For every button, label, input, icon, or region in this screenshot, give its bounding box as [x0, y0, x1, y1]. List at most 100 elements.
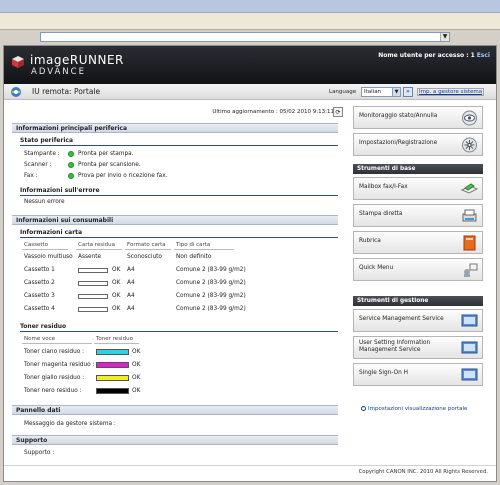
subsection-paper-info: Informazioni carta — [20, 229, 338, 238]
fax-label: Fax : — [24, 173, 38, 179]
direct-print-label: Stampa diretta — [359, 211, 403, 217]
main-content: Ultimo aggiornamento : 05/02 2010 9:13:1… — [4, 101, 346, 481]
sidebar: Monitoraggio stato/Annulla Impostazioni/… — [351, 101, 496, 461]
language-label: Language — [329, 89, 357, 95]
divider — [22, 249, 68, 250]
paper-row-name: Vassoio multiuso — [24, 254, 73, 260]
title-bar: IU remota: Portale Language Italian ▼ » … — [4, 84, 496, 100]
paper-row-size: A4 — [127, 280, 135, 286]
fax-status: Prova per invio o ricezione fax. — [78, 173, 168, 179]
address-book-button[interactable]: Rubrica — [353, 231, 483, 254]
monitor-icon — [461, 341, 478, 354]
monitor-icon — [461, 314, 478, 327]
last-update-text: Ultimo aggiornamento : 05/02 2010 9:13:1… — [212, 109, 334, 115]
paper-row-size: Sconosciuto — [127, 254, 162, 260]
browser-title-bar — [0, 0, 500, 13]
toner-header-remaining: Toner residuo — [96, 336, 133, 342]
page-frame: imageRUNNER ADVANCE Nome utente per acce… — [3, 45, 497, 482]
paper-row-remaining: OK — [112, 306, 121, 312]
paper-row-type: Comune 2 (83-99 g/m2) — [176, 293, 246, 299]
subsection-device-status: Stato periferica — [20, 137, 338, 146]
toner-row-status: OK — [132, 375, 141, 381]
management-tools-header: Strumenti di gestione — [353, 296, 483, 306]
status-monitor-button[interactable]: Monitoraggio stato/Annulla — [353, 106, 483, 129]
basic-tools-header: Strumenti di base — [353, 164, 483, 174]
single-sign-on-button[interactable]: Single Sign-On H — [353, 363, 483, 386]
section-main-info: Informazioni principali periferica — [12, 123, 338, 133]
paper-row-name: Cassetto 4 — [24, 306, 55, 312]
paper-row-name: Cassetto 3 — [24, 293, 55, 299]
bullet-icon — [361, 406, 366, 411]
settings-registration-button[interactable]: Impostazioni/Registrazione — [353, 133, 483, 156]
subsection-toner: Toner residuo — [20, 323, 338, 332]
paper-row-size: A4 — [127, 306, 135, 312]
eye-icon — [462, 110, 477, 126]
paper-row-size: A4 — [127, 267, 135, 273]
quick-menu-button[interactable]: Quick Menu — [353, 258, 483, 281]
system-manager-link[interactable]: Imp. a gestore sistema — [417, 88, 485, 96]
paper-row-type: Non definito — [176, 254, 212, 260]
printer-icon — [462, 209, 477, 222]
paper-header-size: Formato carta — [127, 242, 166, 248]
mailbox-icon — [461, 183, 478, 194]
divider — [174, 249, 234, 250]
status-monitor-label: Monitoraggio stato/Annulla — [359, 113, 438, 119]
quick-menu-label: Quick Menu — [359, 265, 394, 271]
data-panel-text: Messaggio da gestore sistema : — [24, 421, 116, 427]
paper-row-size: A4 — [127, 293, 135, 299]
status-ok-icon — [68, 151, 74, 157]
service-management-button[interactable]: Service Management Service — [353, 309, 483, 332]
header-banner: imageRUNNER ADVANCE Nome utente per acce… — [4, 46, 496, 84]
address-book-icon — [463, 235, 476, 251]
address-book-label: Rubrica — [359, 238, 381, 244]
paper-row-remaining: OK — [112, 293, 121, 299]
language-select[interactable]: Italian ▼ — [361, 87, 401, 97]
scanner-label: Scanner : — [24, 162, 52, 168]
paper-row-remaining: OK — [112, 280, 121, 286]
divider — [76, 249, 122, 250]
refresh-icon[interactable]: ⟳ — [333, 107, 343, 117]
address-bar[interactable]: ▼ — [40, 32, 450, 42]
direct-print-button[interactable]: Stampa diretta — [353, 204, 483, 227]
user-setting-info-button[interactable]: User Setting Information Management Serv… — [353, 336, 483, 359]
brand-line-2: ADVANCE — [31, 67, 86, 77]
scanner-status: Pronta per scansione. — [78, 162, 141, 168]
paper-level-bar — [78, 281, 108, 286]
subsection-error-info: Informazioni sull'errore — [20, 187, 338, 196]
status-ok-icon — [68, 162, 74, 168]
toner-row-name: Toner nero residuo : — [24, 388, 82, 394]
section-consumables: Informazioni sui consumabili — [12, 215, 338, 225]
exit-link[interactable]: Esci — [477, 52, 490, 59]
toner-row-status: OK — [132, 388, 141, 394]
service-management-label: Service Management Service — [359, 316, 444, 322]
status-ok-icon — [68, 173, 74, 179]
toner-yellow-swatch — [96, 375, 129, 381]
paper-row-name: Cassetto 2 — [24, 280, 55, 286]
brand-line-1: imageRUNNER — [30, 53, 124, 67]
address-dropdown-icon[interactable]: ▼ — [440, 33, 449, 41]
footer: Copyright CANON INC. 2010 All Rights Res… — [4, 465, 496, 481]
toner-row-status: OK — [132, 362, 141, 368]
printer-status: Pronta per stampa. — [78, 151, 134, 157]
support-text: Supporto : — [24, 450, 55, 456]
mailbox-button[interactable]: Mailbox fax/I-Fax — [353, 177, 483, 200]
remote-ui-icon — [11, 87, 21, 97]
paper-row-remaining: Assente — [78, 254, 102, 260]
paper-header-drawer: Cassetto — [24, 242, 49, 248]
error-text: Nessun errore — [24, 199, 65, 205]
toner-magenta-swatch — [96, 362, 129, 368]
toner-cyan-swatch — [96, 349, 129, 355]
paper-row-type: Comune 2 (83-99 g/m2) — [176, 280, 246, 286]
portal-display-settings-link[interactable]: Impostazioni visualizzazione portale — [361, 406, 467, 412]
user-label: Nome utente per accesso : — [378, 52, 469, 59]
toner-row-name: Toner ciano residuo : — [24, 349, 85, 355]
single-sign-on-label: Single Sign-On H — [359, 370, 408, 376]
language-apply-button[interactable]: » — [403, 87, 413, 97]
printer-label: Stampante : — [24, 151, 60, 157]
divider — [125, 249, 171, 250]
toner-row-name: Toner magenta residuo : — [24, 362, 95, 368]
toner-row-name: Toner giallo residuo : — [24, 375, 85, 381]
browser-toolbar — [0, 13, 500, 30]
paper-row-name: Cassetto 1 — [24, 267, 55, 273]
monitor-icon — [461, 368, 478, 381]
